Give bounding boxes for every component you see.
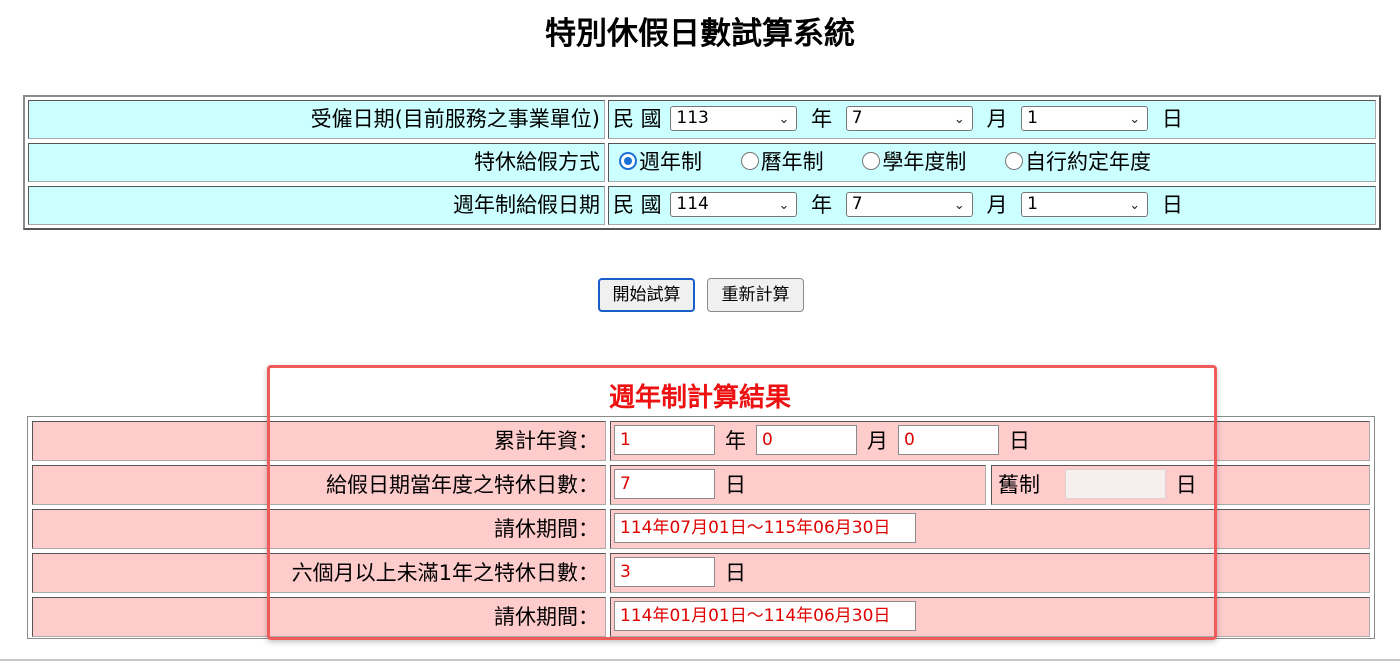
radio-unchecked-icon[interactable] — [1005, 152, 1024, 170]
result-title: 週年制計算結果 — [608, 383, 791, 413]
grant-month-unit: 月 — [986, 193, 1008, 217]
grant-method-options: 週年制 曆年制 學年度制 自行約定年度 — [608, 143, 1376, 182]
annual-leave-label: 給假日期當年度之特休日數： — [32, 465, 606, 505]
seniority-row: 累計年資： 1年0月0日 — [32, 421, 1370, 461]
chevron-down-icon: ⌄ — [1129, 111, 1141, 127]
hire-year-value: 113 — [676, 107, 709, 128]
annual-leave-row: 給假日期當年度之特休日數： 7日 舊制 日 — [32, 465, 1370, 505]
chevron-down-icon: ⌄ — [778, 111, 790, 127]
leave-period-2-label: 請休期間： — [32, 597, 606, 637]
radio-unchecked-icon[interactable] — [862, 152, 881, 170]
hire-day-value: 1 — [1027, 107, 1038, 128]
divider — [0, 659, 1400, 661]
radio-anniversary-label: 週年制 — [639, 150, 702, 174]
six-month-leave-field[interactable]: 3 — [614, 557, 715, 587]
grant-method-label: 特休給假方式 — [28, 143, 605, 182]
seniority-days-field[interactable]: 0 — [898, 425, 999, 455]
grant-date-label: 週年制給假日期 — [28, 186, 605, 225]
six-month-leave-unit: 日 — [725, 561, 746, 585]
hire-month-unit: 月 — [986, 107, 1008, 131]
six-month-leave-cell: 3日 — [610, 553, 1370, 593]
grant-day-select[interactable]: 1 ⌄ — [1021, 191, 1149, 217]
old-system-unit: 日 — [1175, 473, 1197, 497]
six-month-leave-label: 六個月以上未滿1年之特休日數： — [32, 553, 606, 593]
leave-period-2-field[interactable]: 114年01月01日～114年06月30日 — [614, 601, 916, 631]
radio-anniversary[interactable]: 週年制 — [613, 144, 702, 181]
old-system-field[interactable] — [1064, 469, 1166, 499]
seniority-label: 累計年資： — [32, 421, 606, 461]
radio-unchecked-icon[interactable] — [740, 152, 759, 170]
seniority-months-unit: 月 — [867, 429, 888, 453]
grant-method-row: 特休給假方式 週年制 曆年制 學年度制 自行約定年度 — [28, 143, 1376, 182]
grant-day-value: 1 — [1027, 193, 1038, 214]
seniority-months-field[interactable]: 0 — [756, 425, 857, 455]
six-month-leave-row: 六個月以上未滿1年之特休日數： 3日 — [32, 553, 1370, 593]
radio-checked-icon[interactable] — [619, 152, 637, 170]
leave-period-1-label: 請休期間： — [32, 509, 606, 549]
grant-date-value-cell: 民 國 114 ⌄ 年 7 ⌄ 月 1 ⌄ 日 — [608, 186, 1376, 225]
hire-month-select[interactable]: 7 ⌄ — [845, 105, 973, 131]
hire-date-label: 受僱日期(目前服務之事業單位) — [28, 100, 605, 139]
old-system-cell: 舊制 日 — [991, 465, 1370, 505]
grant-year-value: 114 — [676, 193, 709, 214]
grant-year-unit: 年 — [811, 193, 833, 217]
input-table: 受僱日期(目前服務之事業單位) 民 國 113 ⌄ 年 7 ⌄ 月 1 ⌄ 日 特休給… — [23, 95, 1381, 230]
radio-calendar-year[interactable]: 曆年制 — [735, 144, 824, 181]
hire-date-value-cell: 民 國 113 ⌄ 年 7 ⌄ 月 1 ⌄ 日 — [608, 100, 1376, 139]
seniority-value-cell: 1年0月0日 — [610, 421, 1370, 461]
leave-period-2-cell: 114年01月01日～114年06月30日 — [610, 597, 1370, 637]
annual-leave-value-cell: 7日 — [610, 465, 986, 505]
chevron-down-icon: ⌄ — [778, 197, 790, 213]
hire-month-value: 7 — [851, 107, 863, 128]
old-system-label: 舊制 — [998, 473, 1040, 497]
hire-day-unit: 日 — [1161, 107, 1183, 131]
hire-day-select[interactable]: 1 ⌄ — [1021, 105, 1149, 131]
radio-custom-year-label: 自行約定年度 — [1025, 150, 1152, 174]
leave-period-2-row: 請休期間： 114年01月01日～114年06月30日 — [32, 597, 1370, 637]
grant-date-row: 週年制給假日期 民 國 114 ⌄ 年 7 ⌄ 月 1 ⌄ 日 — [28, 186, 1376, 225]
hire-year-select[interactable]: 113 ⌄ — [670, 105, 798, 131]
leave-period-1-row: 請休期間： 114年07月01日～115年06月30日 — [32, 509, 1370, 549]
grant-day-unit: 日 — [1161, 193, 1183, 217]
hire-year-unit: 年 — [811, 107, 833, 131]
grant-month-select[interactable]: 7 ⌄ — [845, 191, 973, 217]
reset-button[interactable]: 重新計算 — [707, 278, 804, 312]
seniority-days-unit: 日 — [1009, 429, 1030, 453]
annual-leave-unit: 日 — [725, 473, 746, 497]
hire-date-prefix: 民 國 — [613, 107, 662, 131]
seniority-years-field[interactable]: 1 — [614, 425, 715, 455]
radio-calendar-year-label: 曆年制 — [760, 150, 824, 174]
calculate-button[interactable]: 開始試算 — [598, 278, 695, 312]
radio-custom-year[interactable]: 自行約定年度 — [999, 144, 1151, 181]
chevron-down-icon: ⌄ — [1129, 197, 1141, 213]
grant-month-value: 7 — [851, 193, 863, 214]
leave-period-1-field[interactable]: 114年07月01日～115年06月30日 — [614, 513, 916, 543]
chevron-down-icon: ⌄ — [953, 111, 965, 127]
seniority-years-unit: 年 — [725, 429, 746, 453]
chevron-down-icon: ⌄ — [953, 197, 965, 213]
grant-year-select[interactable]: 114 ⌄ — [670, 191, 798, 217]
page-title: 特別休假日數試算系統 — [545, 16, 855, 52]
annual-leave-days-field[interactable]: 7 — [614, 469, 715, 499]
leave-period-1-cell: 114年07月01日～115年06月30日 — [610, 509, 1370, 549]
grant-date-prefix: 民 國 — [613, 193, 662, 217]
hire-date-row: 受僱日期(目前服務之事業單位) 民 國 113 ⌄ 年 7 ⌄ 月 1 ⌄ 日 — [28, 100, 1376, 139]
radio-academic-year-label: 學年度制 — [882, 150, 967, 174]
result-table: 累計年資： 1年0月0日 給假日期當年度之特休日數： 7日 舊制 日 請休期間：… — [27, 416, 1375, 639]
radio-academic-year[interactable]: 學年度制 — [856, 144, 966, 181]
